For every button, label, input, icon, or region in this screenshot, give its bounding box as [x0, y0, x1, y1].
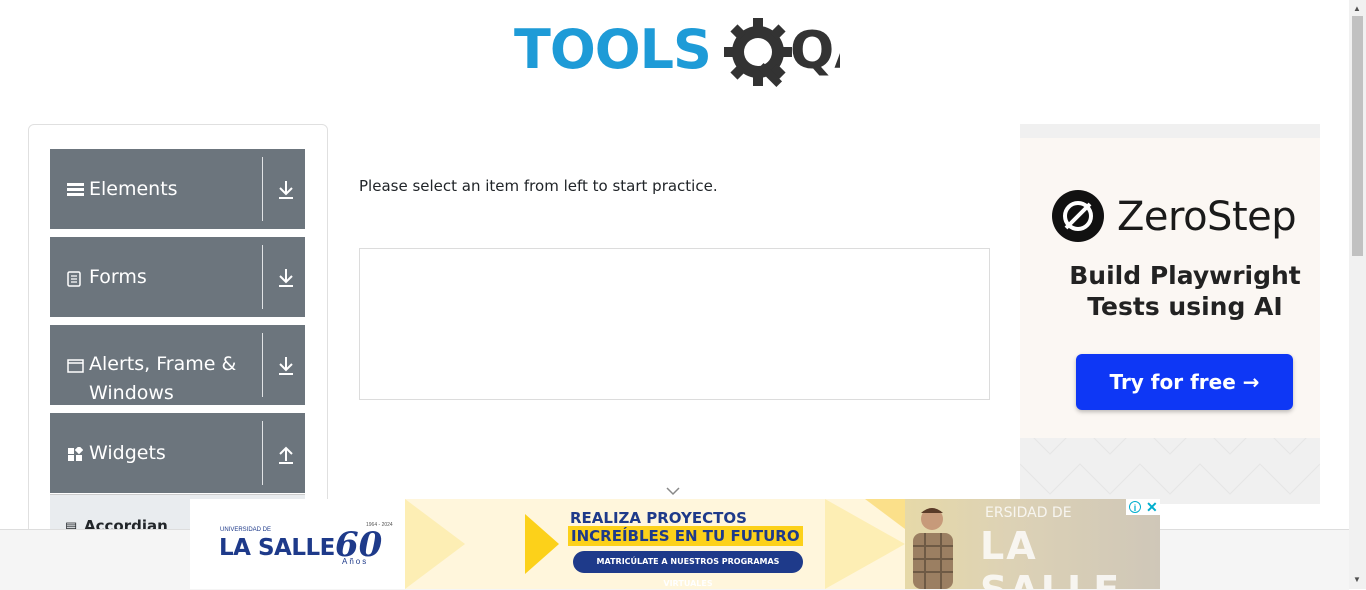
page-scrollbar[interactable]: ▲ ▼ [1349, 0, 1366, 589]
practice-instruction: Please select an item from left to start… [359, 177, 718, 195]
ad-info-icon[interactable]: i [1129, 501, 1141, 513]
practice-content-area [359, 248, 990, 400]
grid-icon [68, 447, 83, 461]
university-name: LA SALLE [219, 535, 335, 561]
student-photo [913, 508, 953, 589]
close-icon[interactable]: ✕ [1146, 499, 1158, 516]
ad-brand-name: ZeroStep [1117, 194, 1297, 240]
sidebar-group-forms[interactable]: Forms [50, 237, 305, 317]
logo-qa-text: QA [790, 21, 840, 81]
document-icon [67, 271, 81, 287]
ad-photo: ERSIDAD DE LA SALLE [905, 499, 1160, 589]
divider [262, 333, 263, 397]
ad-headline-2: INCREÍBLES EN TU FUTURO [568, 526, 803, 546]
ad-tagline-line2: Tests using AI [1087, 292, 1283, 321]
ad-tagline: Build Playwright Tests using AI [1060, 260, 1310, 322]
university-label: UNIVERSIDAD DE [220, 527, 272, 533]
download-arrow-icon[interactable] [276, 267, 296, 289]
upload-arrow-icon[interactable] [276, 443, 296, 465]
hamburger-icon [67, 183, 84, 196]
toolsqa-logo[interactable]: TOOLS QA [514, 14, 874, 92]
ad-message: REALIZA PROYECTOS INCREÍBLES EN TU FUTUR… [405, 499, 905, 589]
try-for-free-button[interactable]: Try for free → [1076, 354, 1293, 410]
ad-card: ZeroStep Build Playwright Tests using AI… [1020, 138, 1320, 438]
divider [262, 245, 263, 309]
sidebar-group-widgets[interactable]: Widgets [50, 413, 305, 493]
divider [262, 157, 263, 221]
ad-cta-button[interactable]: MATRICÚLATE A NUESTROS PROGRAMAS VIRTUAL… [573, 551, 803, 588]
scrollbar-thumb[interactable] [1352, 16, 1363, 256]
download-arrow-icon[interactable] [276, 355, 296, 377]
sidebar-group-alerts-frame-windows[interactable]: Alerts, Frame & Windows [50, 325, 305, 405]
scroll-down-icon[interactable]: ▼ [1353, 575, 1361, 584]
zerostep-logo-icon [1052, 190, 1104, 242]
sidebar-group-label-line2: Windows [89, 382, 174, 404]
logo-tools-text: TOOLS [514, 18, 711, 81]
ad-headline-1: REALIZA PROYECTOS [570, 509, 747, 527]
sidebar: Elements Forms Alerts, Frame & Windows W… [28, 124, 328, 544]
sidebar-group-label: Forms [89, 266, 147, 288]
play-triangle-icon [525, 514, 559, 574]
download-arrow-icon[interactable] [276, 179, 296, 201]
anniversary-anos: Años [342, 557, 369, 566]
gear-icon [724, 18, 792, 88]
lasalle-banner-ad[interactable]: UNIVERSIDAD DE LA SALLE 1964 - 2024 60 A… [190, 499, 1160, 589]
scroll-up-icon[interactable]: ▲ [1353, 4, 1361, 13]
sidebar-group-label: Elements [89, 178, 178, 200]
photo-sign-text: LA SALLE [980, 524, 1119, 589]
sidebar-group-label: Widgets [89, 442, 166, 464]
divider [262, 421, 263, 485]
chevron-down-icon[interactable] [665, 486, 681, 496]
zerostep-ad[interactable]: ZeroStep Build Playwright Tests using AI… [1020, 124, 1320, 504]
window-icon [67, 359, 84, 373]
logo-graphic: TOOLS QA [514, 18, 874, 88]
photo-sign-top: ERSIDAD DE [985, 505, 1072, 521]
sidebar-group-elements[interactable]: Elements [50, 149, 305, 229]
lasalle-logo: UNIVERSIDAD DE LA SALLE 1964 - 2024 60 A… [190, 499, 405, 589]
sidebar-group-label-line1: Alerts, Frame & [89, 353, 237, 375]
ad-tagline-line1: Build Playwright [1069, 261, 1301, 290]
ad-choices[interactable]: i ✕ [1126, 499, 1160, 515]
